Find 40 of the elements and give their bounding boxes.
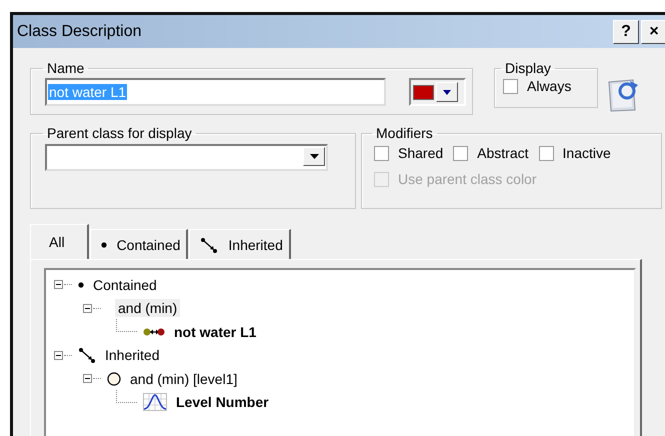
group-label: Display [504,60,552,76]
collapse-toggle[interactable] [54,280,63,290]
tree-item[interactable]: and (min) [115,299,180,318]
checkbox[interactable] [453,146,468,160]
tab[interactable]: All [30,224,89,259]
circle-icon [107,372,121,386]
connector-arrow-icon [78,347,96,364]
color-picker[interactable] [409,78,466,106]
checkbox-label: Use parent class color [398,171,537,187]
close-button[interactable]: × [641,20,665,44]
tab[interactable]: Contained [90,229,188,259]
group-label: Modifiers [375,125,434,141]
caret-icon [443,90,451,94]
checkbox-label: Abstract [477,145,529,161]
dot-icon [100,242,107,248]
group-label: Name [46,60,86,76]
collapse-toggle[interactable] [83,374,92,384]
parent-class-dropdown[interactable] [45,144,328,171]
checkbox-label: Inactive [562,145,611,161]
tree-item[interactable]: Inherited [102,346,162,364]
group-label: Parent class for display [46,125,193,141]
checkbox[interactable] [374,146,389,160]
tab[interactable]: Inherited [189,229,291,259]
window-title: Class Description [17,22,142,40]
connector-arrow-icon [200,236,218,252]
checkbox[interactable] [503,78,518,94]
collapse-toggle[interactable] [54,350,63,360]
checkbox-label: Shared [398,145,444,161]
checkbox[interactable] [538,146,554,160]
checkbox-label: Always [527,78,572,94]
tree-item[interactable]: Level Number [173,393,272,412]
collapse-toggle[interactable] [83,304,92,313]
tree-item[interactable]: Contained [90,276,160,294]
caret-icon [310,154,318,159]
curve-chart-icon [143,393,167,412]
tree-item[interactable]: not water L1 [171,322,260,341]
help-button[interactable]: ? [613,20,639,44]
link-icon [143,328,165,336]
dot-icon [78,282,84,288]
tree-item[interactable]: and (min) [level1] [127,370,240,388]
